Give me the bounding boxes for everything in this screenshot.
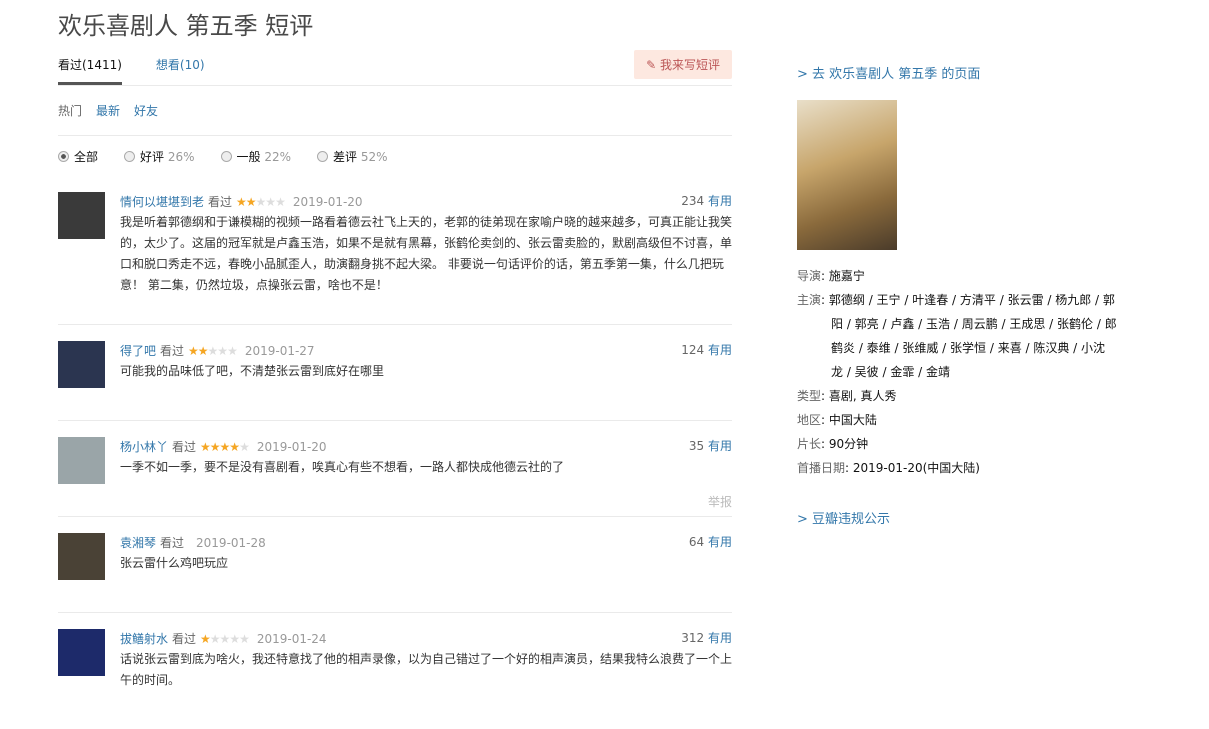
filter-option[interactable]: 差评 52%: [317, 148, 388, 165]
review-user[interactable]: 得了吧: [120, 344, 156, 358]
vote-count: 64 有用: [688, 535, 732, 549]
subject-page-link[interactable]: > 去 欢乐喜剧人 第五季 的页面: [797, 67, 980, 82]
review-user[interactable]: 杨小林丫: [120, 440, 168, 454]
vote-count: 312 有用: [681, 631, 732, 645]
sort-new[interactable]: 最新: [96, 102, 120, 119]
radio-icon[interactable]: [124, 150, 136, 162]
filter-option[interactable]: 全部: [58, 148, 98, 165]
avatar[interactable]: [58, 437, 105, 484]
radio-icon[interactable]: [317, 150, 329, 162]
report-link[interactable]: 举报: [708, 493, 732, 510]
tab-wish[interactable]: 想看(10): [156, 50, 205, 85]
review-item: 杨小林丫 看过 ★★★★★ 2019-01-20 35 有用 一季不如一季，要不是没有…: [58, 420, 732, 516]
radio-icon[interactable]: [220, 150, 232, 162]
radio-icon[interactable]: [58, 150, 69, 162]
comments-panel: 看过(1411) 想看(10) ✎ 我来写短评 热门 最新 好友 全部 好评 2…: [58, 50, 732, 729]
useful-button[interactable]: 有用: [708, 535, 732, 549]
avatar[interactable]: [58, 192, 105, 239]
tabs: 看过(1411) 想看(10) ✎ 我来写短评: [58, 50, 732, 86]
review-item: 袁湘琴 看过 2019-01-28 64 有用 张云雷什么鸡吧玩应: [58, 516, 732, 612]
sort-friends[interactable]: 好友: [134, 102, 158, 119]
filter-option[interactable]: 好评 26%: [124, 148, 195, 165]
sidebar: > 去 欢乐喜剧人 第五季 的页面 导演: 施嘉宁 主演: 郭德纲 / 王宁 /…: [797, 63, 1117, 527]
review-text: 张云雷什么鸡吧玩应: [120, 556, 229, 570]
review-item: 得了吧 看过 ★★★★★ 2019-01-27 124 有用 可能我的品味低了吧，不清…: [58, 324, 732, 420]
avatar[interactable]: [58, 629, 105, 676]
review-item: 情何以堪堪到老 看过 ★★★★★ 2019-01-20 234 有用 我是听着郭德纲和…: [58, 176, 732, 324]
review-user[interactable]: 情何以堪堪到老: [120, 195, 204, 209]
useful-button[interactable]: 有用: [708, 194, 732, 208]
review-text: 可能我的品味低了吧，不清楚张云雷到底好在哪里: [120, 364, 385, 378]
rating-stars: ★★★★★: [236, 195, 286, 209]
write-review-button[interactable]: ✎ 我来写短评: [634, 50, 732, 79]
review-list: 情何以堪堪到老 看过 ★★★★★ 2019-01-20 234 有用 我是听着郭德纲和…: [58, 176, 732, 729]
avatar[interactable]: [58, 341, 105, 388]
pencil-icon: ✎: [646, 58, 660, 72]
sort-bar: 热门 最新 好友: [58, 86, 732, 136]
rating-stars: ★★★★★: [200, 440, 250, 454]
vote-count: 124 有用: [681, 343, 732, 357]
review-item: 拔鳝射水 看过 ★★★★★ 2019-01-24 312 有用 话说张云雷到底为啥火，…: [58, 612, 732, 729]
review-text: 我是听着郭德纲和于谦模糊的视频一路看着德云社飞上天的，老郭的徒弟现在家喻户晓的越…: [120, 215, 733, 292]
cast[interactable]: 郭德纲 / 王宁 / 叶逢春 / 方清平 / 张云雷 / 杨九郎 / 郭阳 / …: [829, 293, 1117, 379]
review-text: 一季不如一季，要不是没有喜剧看，唉真心有些不想看，一路人都快成他德云社的了: [120, 460, 565, 474]
subject-info: 导演: 施嘉宁 主演: 郭德纲 / 王宁 / 叶逢春 / 方清平 / 张云雷 /…: [797, 269, 1117, 475]
review-user[interactable]: 拔鳝射水: [120, 632, 168, 646]
rating-filter: 全部 好评 26% 一般 22% 差评 52%: [58, 136, 732, 176]
vote-count: 234 有用: [681, 194, 732, 208]
page-title: 欢乐喜剧人 第五季 短评: [58, 12, 314, 40]
useful-button[interactable]: 有用: [708, 631, 732, 645]
useful-button[interactable]: 有用: [708, 439, 732, 453]
useful-button[interactable]: 有用: [708, 343, 732, 357]
review-text: 话说张云雷到底为啥火，我还特意找了他的相声录像，以为自己错过了一个好的相声演员，…: [120, 652, 733, 687]
poster-image[interactable]: [797, 100, 897, 250]
vote-count: 35 有用: [688, 439, 732, 453]
avatar[interactable]: [58, 533, 105, 580]
director[interactable]: 施嘉宁: [829, 269, 865, 283]
rating-stars: ★★★★★: [188, 344, 238, 358]
violation-link[interactable]: > 豆瓣违规公示: [797, 512, 890, 527]
filter-option[interactable]: 一般 22%: [220, 148, 291, 165]
tab-watched[interactable]: 看过(1411): [58, 50, 122, 85]
review-user[interactable]: 袁湘琴: [120, 536, 156, 550]
sort-hot[interactable]: 热门: [58, 102, 82, 119]
rating-stars: ★★★★★: [200, 632, 250, 646]
